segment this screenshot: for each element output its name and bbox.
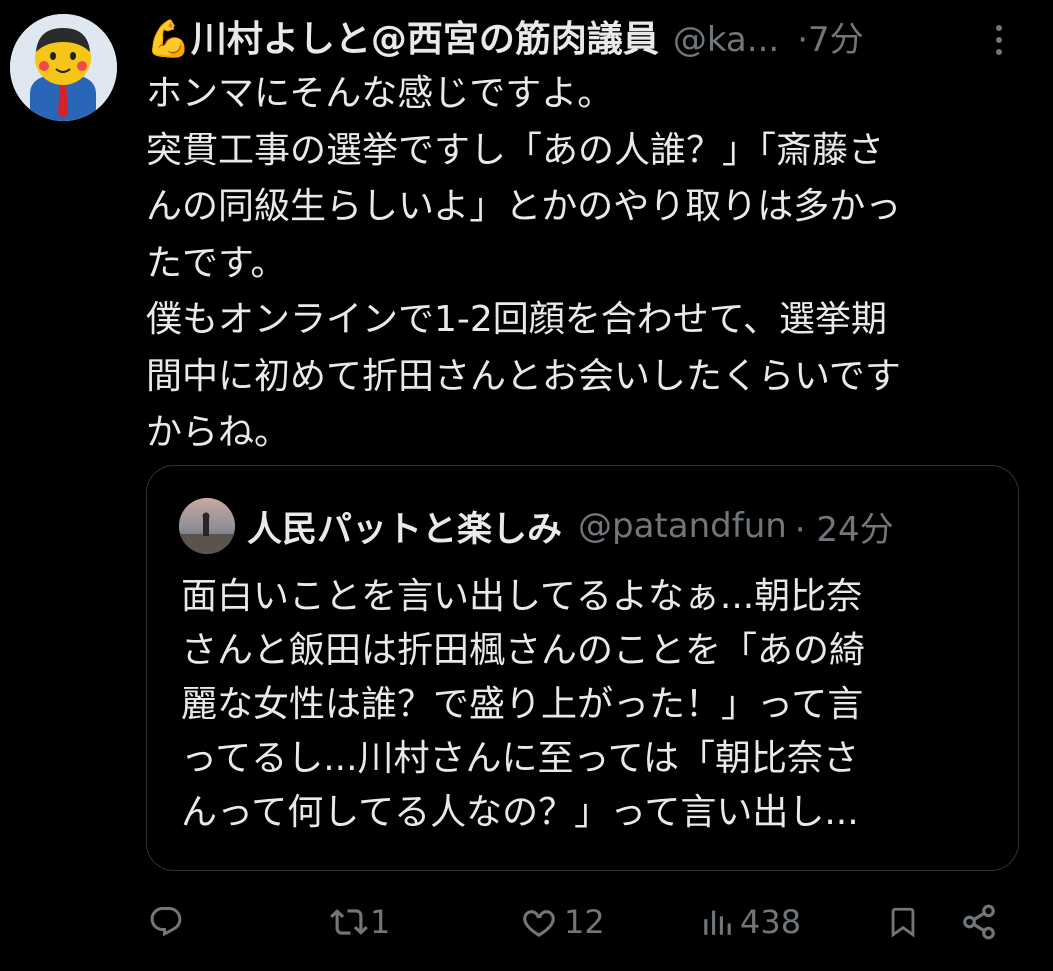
- reply-button[interactable]: [148, 894, 190, 950]
- retweet-icon: [330, 903, 368, 941]
- tweet-timestamp[interactable]: ·7分: [797, 14, 863, 66]
- views-count: 438: [740, 903, 802, 941]
- retweet-button[interactable]: 1: [330, 894, 390, 950]
- share-button[interactable]: [960, 894, 998, 950]
- bookmark-button[interactable]: [886, 894, 920, 950]
- quoted-author-handle[interactable]: @patandfun: [578, 506, 787, 546]
- tweet[interactable]: 💪川村よしと@西宮の筋肉議員 @ka... ·7分 ホンマにそんな感じですよ。 …: [0, 0, 1053, 971]
- author-avatar[interactable]: [10, 14, 117, 121]
- heart-icon: [520, 903, 558, 941]
- author-name[interactable]: 💪川村よしと@西宮の筋肉議員: [146, 14, 659, 66]
- avatar-illustration: [10, 14, 117, 121]
- quoted-tweet[interactable]: 人民パットと楽しみ @patandfun · 24分 面白いことを言い出してるよ…: [146, 465, 1019, 871]
- more-options-icon[interactable]: [984, 22, 1014, 58]
- tweet-actions-bar: 1 12 438: [0, 894, 1053, 950]
- tweet-text: ホンマにそんな感じですよ。 突貫工事の選挙ですし「あの人誰？」「斎藤さ んの同級…: [146, 73, 902, 453]
- bookmark-icon: [886, 903, 920, 941]
- quoted-author-avatar[interactable]: [179, 498, 235, 554]
- views-button[interactable]: 438: [700, 894, 801, 950]
- retweet-count: 1: [370, 903, 391, 941]
- views-icon: [700, 904, 734, 940]
- tweet-header: 💪川村よしと@西宮の筋肉議員 @ka... ·7分: [146, 14, 1046, 66]
- quoted-author-name[interactable]: 人民パットと楽しみ: [247, 501, 562, 552]
- share-icon: [960, 903, 998, 941]
- like-button[interactable]: 12: [520, 894, 605, 950]
- quoted-tweet-header: 人民パットと楽しみ @patandfun · 24分: [247, 498, 894, 554]
- author-handle[interactable]: @ka...: [673, 14, 779, 66]
- quoted-tweet-text: 面白いことを言い出してるよなぁ...朝比奈 さんと飯田は折田楓さんのことを「あの…: [181, 576, 866, 833]
- avatar-photo: [179, 498, 235, 554]
- quoted-tweet-timestamp[interactable]: · 24分: [795, 502, 894, 551]
- like-count: 12: [564, 903, 605, 941]
- reply-icon: [148, 904, 184, 940]
